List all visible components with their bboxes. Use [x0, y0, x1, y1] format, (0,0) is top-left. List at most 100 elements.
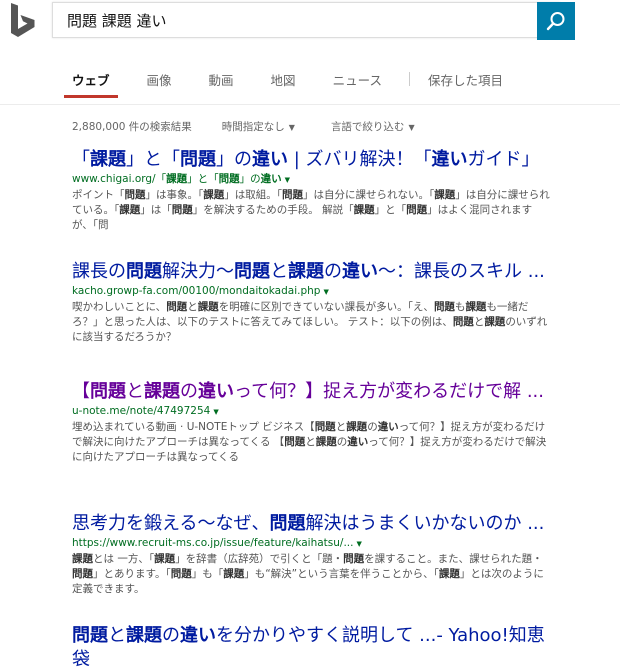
highlighted-term: 問題 — [180, 149, 216, 170]
text-segment: 」とあります。「 — [93, 568, 171, 580]
text-segment: の — [162, 625, 180, 646]
text-segment: https://www.recruit-ms.co.jp/issue/featu… — [72, 537, 354, 549]
text-segment: | ズバリ解決！「 — [288, 149, 432, 170]
highlighted-term: 課題 — [119, 204, 141, 216]
tab-images[interactable]: 画像 — [147, 70, 172, 98]
text-segment: の — [324, 261, 342, 282]
search-button[interactable] — [537, 2, 575, 40]
text-segment: 埋め込まれている動画 · U-NOTEトップ ビジネス【 — [72, 421, 315, 433]
highlighted-term: 違い — [377, 421, 399, 433]
highlighted-term: 問題 — [90, 381, 126, 402]
highlighted-term: 課題 — [288, 261, 324, 282]
chevron-down-icon[interactable]: ▼ — [285, 176, 290, 184]
highlighted-term: 問題 — [218, 173, 240, 185]
highlighted-term: 問題 — [269, 513, 306, 534]
result-url[interactable]: kacho.growp-fa.com/00100/mondaitokadai.p… — [72, 284, 552, 300]
result-item: 問題と課題の違いを分かりやすく説明して ...- Yahoo!知恵袋 — [72, 624, 552, 669]
text-segment: 「 — [72, 149, 90, 170]
highlighted-term: 課題 — [154, 553, 176, 565]
highlighted-term: 問題 — [343, 553, 365, 565]
highlighted-term: 違い — [260, 173, 282, 185]
text-segment: と — [270, 261, 288, 282]
time-filter-dropdown[interactable]: 時間指定なし ▼ — [222, 119, 295, 134]
highlighted-term: 課題 — [90, 149, 126, 170]
chevron-down-icon[interactable]: ▼ — [213, 408, 218, 416]
highlighted-term: 課題 — [72, 553, 93, 565]
tab-videos[interactable]: 動画 — [209, 70, 234, 98]
tab-saved-items[interactable]: 保存した項目 — [428, 70, 503, 98]
result-item: 思考力を鍛える～なぜ、問題解決はうまくいかないのか ... https://ww… — [72, 512, 552, 597]
result-title-link[interactable]: 思考力を鍛える～なぜ、問題解決はうまくいかないのか ... — [72, 512, 552, 536]
result-snippet: 課題とは 一方、「課題」を辞書（広辞苑）で引くと「題・問題を課すること。また、課… — [72, 552, 552, 597]
text-segment: って何？】捉え方が変わるだけで解 ... — [234, 381, 544, 402]
text-segment: 思考力を鍛える～なぜ、 — [72, 513, 270, 534]
text-segment: 解決力～ — [162, 261, 234, 282]
highlighted-term: 課題 — [144, 381, 180, 402]
text-segment: 」と「 — [126, 149, 180, 170]
highlighted-term: 課題 — [434, 189, 456, 201]
result-title-link[interactable]: 「課題」と「問題」の違い | ズバリ解決！「違いガイド」 — [72, 148, 552, 172]
search-input[interactable] — [53, 3, 515, 37]
result-title-link[interactable]: 問題と課題の違いを分かりやすく説明して ...- Yahoo!知恵袋 — [72, 624, 552, 669]
result-snippet: 喫かわしいことに、問題と課題を明確に区別できていない課長が多い。「え、問題も課題… — [72, 300, 552, 345]
highlighted-term: 問題 — [452, 316, 474, 328]
highlighted-term: 課題 — [203, 189, 225, 201]
text-segment: 」と「 — [187, 173, 219, 185]
highlighted-term: 課題 — [346, 421, 368, 433]
text-segment: 」の — [239, 173, 261, 185]
highlighted-term: 違い — [342, 261, 378, 282]
tab-separator — [408, 72, 410, 86]
text-segment: 【 — [72, 381, 90, 402]
text-segment: 課長の — [72, 261, 126, 282]
highlighted-term: 問題 — [124, 189, 146, 201]
text-segment: kacho.growp-fa.com/00100/mondaitokadai.p… — [72, 285, 321, 297]
highlighted-term: 問題 — [72, 568, 93, 580]
chevron-down-icon[interactable]: ▼ — [356, 540, 361, 548]
text-segment: 」は事象。「 — [145, 189, 204, 201]
chevron-down-icon[interactable]: ▼ — [323, 288, 328, 296]
bing-logo[interactable] — [8, 2, 38, 40]
text-segment: と — [108, 625, 126, 646]
highlighted-term: 課題 — [484, 316, 506, 328]
text-segment: 解決はうまくいかないのか ... — [305, 513, 545, 534]
tab-web[interactable]: ウェブ — [64, 70, 117, 98]
text-segment: と — [126, 381, 144, 402]
result-title-link[interactable]: 課長の問題解決力～問題と課題の違い～：課長のスキル ... — [72, 260, 552, 284]
highlighted-term: 問題 — [433, 301, 455, 313]
time-filter-label: 時間指定なし — [221, 121, 285, 133]
highlighted-term: 問題 — [171, 204, 193, 216]
text-segment: とは 一方、「 — [93, 553, 155, 565]
highlighted-term: 問題 — [234, 261, 270, 282]
text-segment: 」の — [216, 149, 252, 170]
text-segment: と — [187, 301, 198, 313]
tab-news[interactable]: ニュース — [333, 70, 382, 98]
result-url[interactable]: https://www.recruit-ms.co.jp/issue/featu… — [72, 536, 552, 552]
highlighted-term: 課題 — [438, 568, 460, 580]
highlighted-term: 課題 — [166, 173, 188, 185]
search-icon — [546, 12, 565, 31]
text-segment: ガイド」 — [467, 149, 540, 170]
result-item: 課長の問題解決力～問題と課題の違い～：課長のスキル ... kacho.grow… — [72, 260, 552, 345]
result-item: 「課題」と「問題」の違い | ズバリ解決！「違いガイド」 www.chigai.… — [72, 148, 552, 233]
text-segment: と — [305, 436, 316, 448]
language-filter-dropdown[interactable]: 言語で絞り込む ▼ — [331, 119, 415, 134]
highlighted-term: 違い — [252, 149, 288, 170]
text-segment: を課すること。また、課せられた題・ — [364, 553, 543, 565]
chevron-down-icon: ▼ — [408, 123, 415, 132]
vertical-tabs: ウェブ 画像 動画 地図 ニュース 保存した項目 — [64, 70, 540, 98]
tab-maps[interactable]: 地図 — [271, 70, 296, 98]
highlighted-term: 問題 — [406, 204, 428, 216]
result-url[interactable]: u-note.me/note/47497254 ▼ — [72, 404, 552, 420]
result-snippet: 埋め込まれている動画 · U-NOTEトップ ビジネス【問題と課題の違いって何？… — [72, 420, 552, 465]
highlighted-term: 課題 — [197, 301, 219, 313]
highlighted-term: 問題 — [314, 421, 336, 433]
result-title-link[interactable]: 【問題と課題の違いって何？】捉え方が変わるだけで解 ... — [72, 380, 552, 404]
header-divider — [0, 104, 620, 105]
highlighted-term: 問題 — [170, 568, 192, 580]
text-segment: 」も“解決”という言葉を伴うことから、「 — [244, 568, 439, 580]
text-segment: の — [367, 421, 378, 433]
result-url[interactable]: www.chigai.org/「課題」と「問題」の違い ▼ — [72, 172, 552, 188]
result-item: 【問題と課題の違いって何？】捉え方が変わるだけで解 ... u-note.me/… — [72, 380, 552, 465]
highlighted-term: 課題 — [126, 625, 162, 646]
text-segment: ポイント「 — [72, 189, 125, 201]
